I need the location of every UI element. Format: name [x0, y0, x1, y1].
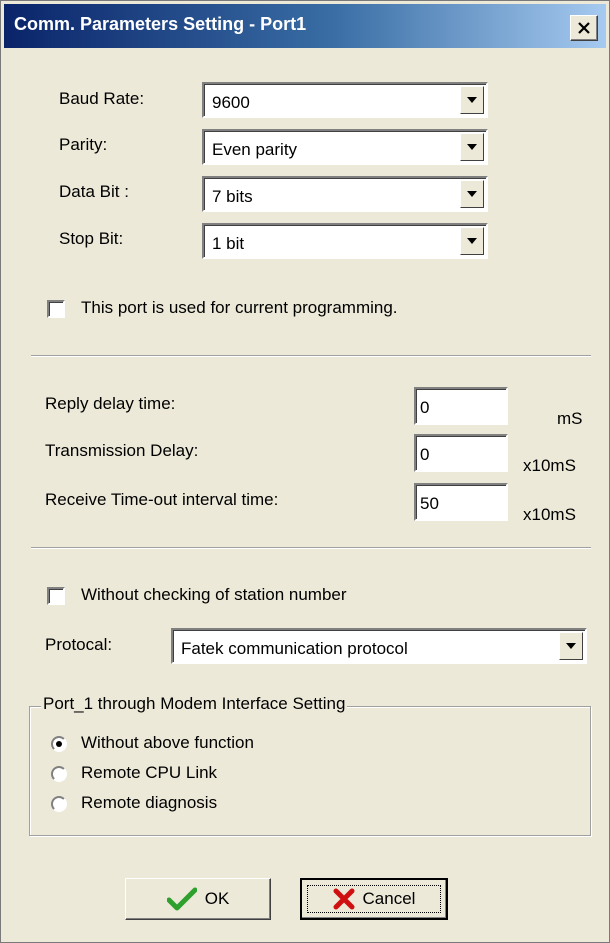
current-programming-label: This port is used for current programmin…: [81, 298, 398, 317]
ok-label: OK: [204, 889, 230, 908]
transmission-delay-unit: x10mS: [523, 456, 576, 475]
focus-rect: [307, 885, 441, 913]
close-icon: [578, 22, 590, 34]
receive-timeout-label: Receive Time-out interval time:: [45, 490, 279, 509]
transmission-delay-label: Transmission Delay:: [45, 441, 199, 460]
title-bar[interactable]: Comm. Parameters Setting - Port1: [4, 4, 606, 48]
chevron-down-icon[interactable]: [559, 632, 583, 660]
parity-value: Even parity: [212, 140, 298, 159]
station-check-label: Without checking of station number: [81, 585, 347, 604]
reply-delay-unit: mS: [557, 409, 583, 428]
data-bit-value: 7 bits: [212, 187, 253, 206]
dialog-window: Comm. Parameters Setting - Port1 Baud Ra…: [0, 0, 610, 943]
data-bit-select[interactable]: 7 bits: [202, 176, 488, 212]
receive-timeout-unit: x10mS: [523, 505, 576, 524]
radio-without-function-label: Without above function: [81, 733, 254, 752]
radio-remote-diagnosis-label: Remote diagnosis: [81, 793, 218, 812]
baud-rate-select[interactable]: 9600: [202, 82, 488, 118]
chevron-down-icon[interactable]: [460, 180, 484, 208]
receive-timeout-value: 50: [420, 494, 439, 513]
radio-remote-cpu-link[interactable]: [51, 766, 67, 782]
reply-delay-value: 0: [420, 398, 430, 417]
stop-bit-value: 1 bit: [212, 234, 245, 253]
protocol-label: Protocal:: [45, 635, 113, 654]
reply-delay-label: Reply delay time:: [45, 394, 176, 413]
stop-bit-label: Stop Bit:: [59, 229, 124, 248]
ok-button[interactable]: OK: [125, 878, 271, 920]
checkmark-icon: [166, 887, 197, 911]
baud-rate-label: Baud Rate:: [59, 89, 145, 108]
protocol-value: Fatek communication protocol: [181, 639, 408, 658]
modem-group-title: Port_1 through Modem Interface Setting: [41, 694, 348, 714]
dialog-title: Comm. Parameters Setting - Port1: [14, 14, 307, 34]
cancel-button[interactable]: Cancel: [300, 878, 448, 920]
radio-remote-diagnosis[interactable]: [51, 796, 67, 812]
data-bit-label: Data Bit :: [59, 182, 129, 201]
stop-bit-select[interactable]: 1 bit: [202, 223, 488, 259]
current-programming-checkbox[interactable]: [47, 300, 65, 318]
radio-dot: [56, 741, 62, 747]
station-check-checkbox[interactable]: [47, 587, 65, 605]
protocol-select[interactable]: Fatek communication protocol: [171, 628, 587, 664]
divider: [31, 547, 591, 549]
receive-timeout-input[interactable]: 50: [414, 483, 508, 521]
reply-delay-input[interactable]: 0: [414, 387, 508, 425]
transmission-delay-input[interactable]: 0: [414, 434, 508, 472]
transmission-delay-value: 0: [420, 445, 430, 464]
parity-label: Parity:: [59, 135, 108, 154]
radio-remote-cpu-link-label: Remote CPU Link: [81, 763, 218, 782]
baud-rate-value: 9600: [212, 93, 250, 112]
close-button[interactable]: [570, 15, 598, 41]
radio-without-function[interactable]: [51, 736, 67, 752]
chevron-down-icon[interactable]: [460, 86, 484, 114]
parity-select[interactable]: Even parity: [202, 129, 488, 165]
chevron-down-icon[interactable]: [460, 227, 484, 255]
chevron-down-icon[interactable]: [460, 133, 484, 161]
divider: [31, 355, 591, 357]
